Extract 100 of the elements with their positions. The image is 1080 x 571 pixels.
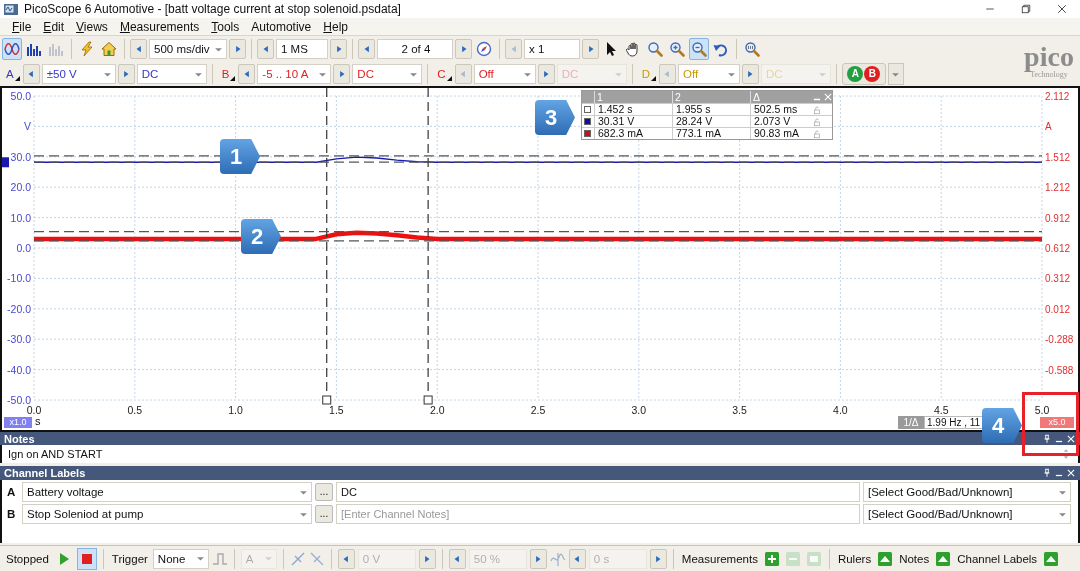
scroll-up-icon[interactable]	[1062, 447, 1070, 454]
acquisition-status: Stopped	[5, 552, 50, 565]
close-icon[interactable]	[1066, 468, 1076, 478]
scope-view-button[interactable]	[2, 38, 22, 60]
bar-chart-icon	[48, 41, 64, 57]
menu-item[interactable]: Edit	[37, 19, 71, 34]
table-cell: 90.83 mA	[750, 128, 812, 139]
step-marker: 3	[535, 100, 575, 135]
menu-item[interactable]: Automotive	[245, 19, 318, 34]
previous-button[interactable]	[22, 64, 40, 84]
axis-label: 10.0	[10, 211, 31, 224]
axis-label: 50.0	[10, 90, 31, 102]
axis-label: -10.0	[7, 272, 31, 285]
next-button[interactable]	[582, 39, 599, 59]
previous-button[interactable]	[257, 39, 274, 59]
axis-unit: V	[24, 120, 31, 133]
previous-button[interactable]	[130, 39, 147, 59]
next-button[interactable]	[418, 548, 436, 569]
notes-text[interactable]: Ign on AND START	[8, 448, 103, 460]
previous-button[interactable]	[448, 548, 466, 569]
column-header: Δ	[750, 91, 812, 103]
channel-letter[interactable]: A	[2, 65, 21, 83]
axis-label: 0.0	[16, 242, 31, 254]
table-cell: 2.073 V	[750, 116, 812, 127]
table-cell: 682.3 mA	[594, 128, 672, 139]
add-measurement-button[interactable]	[762, 549, 781, 568]
buffer-field[interactable]: 2 of 4	[377, 39, 453, 59]
box-icon	[805, 550, 822, 567]
coupling-dropdown[interactable]: DC	[136, 64, 207, 84]
status-dropdown[interactable]: [Select Good/Bad/Unknown]	[863, 482, 1071, 502]
pin-icon[interactable]	[1042, 468, 1052, 478]
zoom-factor-field[interactable]: x 1	[524, 39, 580, 59]
panel-title: Channel Labels	[4, 467, 86, 479]
axis-label: 1.5	[329, 404, 344, 416]
status-dropdown[interactable]: [Select Good/Bad/Unknown]	[863, 504, 1071, 524]
menu-item[interactable]: Tools	[205, 19, 246, 34]
channel-dot: B	[864, 66, 881, 82]
range-dropdown[interactable]: ±50 V	[41, 64, 116, 84]
axis-label: 3.5	[732, 404, 747, 416]
channel-dot: A	[847, 66, 864, 82]
axis-label: 0.012	[1045, 303, 1071, 315]
slash-icon[interactable]	[308, 550, 325, 567]
menu-item[interactable]: Help	[317, 19, 354, 34]
samples-field[interactable]: 1 MS	[276, 39, 328, 59]
waveform-icon	[4, 41, 20, 57]
previous-button[interactable]	[337, 548, 355, 569]
ruler-handle[interactable]	[423, 395, 433, 405]
logo-tagline: Technology	[1030, 69, 1068, 79]
channel-toggle-button[interactable]: A B	[841, 63, 886, 85]
menu-item[interactable]: Views	[70, 19, 114, 34]
previous-button[interactable]	[568, 548, 586, 569]
previous-button[interactable]	[358, 39, 375, 59]
coupling-dropdown[interactable]: DC	[352, 64, 423, 84]
trigger-label: Trigger	[110, 552, 149, 565]
next-button[interactable]	[529, 548, 547, 569]
zoom-out-icon	[691, 41, 707, 57]
timebase-dropdown[interactable]: 500 ms/div	[149, 39, 227, 59]
notes-field[interactable]: [Enter Channel Notes]	[336, 504, 860, 524]
label-dropdown[interactable]: Stop Soleniod at pump	[22, 504, 312, 524]
next-button[interactable]	[455, 39, 472, 59]
label-dropdown[interactable]: Battery voltage	[22, 482, 312, 502]
undo-icon	[713, 41, 729, 57]
next-button[interactable]	[330, 39, 347, 59]
stop-button[interactable]	[76, 547, 97, 570]
axis-label: -30.0	[7, 333, 31, 346]
browse-button[interactable]: ...	[315, 483, 333, 501]
pin-icon[interactable]	[1042, 433, 1052, 444]
next-button[interactable]	[537, 64, 555, 84]
panel-toggle-button[interactable]	[1042, 549, 1061, 568]
channel-letter[interactable]: C	[433, 65, 453, 83]
next-button[interactable]	[649, 548, 667, 569]
next-button[interactable]	[741, 64, 759, 84]
oscilloscope-icon	[3, 1, 19, 17]
range-dropdown[interactable]: -5 .. 10 A	[257, 64, 332, 84]
range-dropdown[interactable]: Off	[473, 64, 536, 84]
hand-icon	[625, 41, 641, 57]
scroll-down-icon[interactable]	[1062, 454, 1070, 461]
frequency-label: 1/Δ	[898, 416, 924, 429]
menu-item[interactable]: Measurements	[113, 19, 206, 34]
next-button[interactable]	[333, 64, 351, 84]
previous-button[interactable]	[238, 64, 256, 84]
trigger-mode-dropdown[interactable]: None	[152, 548, 209, 569]
axis-label: 1.212	[1045, 182, 1071, 194]
close-icon[interactable]	[1066, 433, 1076, 444]
menu-item[interactable]: File	[6, 19, 38, 34]
panel-toggle-button[interactable]	[934, 549, 953, 568]
slash-icon[interactable]	[289, 550, 306, 567]
dropdown-button[interactable]	[887, 63, 904, 85]
next-button[interactable]	[117, 64, 135, 84]
browse-button[interactable]: ...	[315, 505, 333, 523]
ruler-handle[interactable]	[322, 395, 332, 405]
column-header: 1	[594, 91, 672, 103]
zoom-out-button[interactable]	[689, 38, 709, 60]
channel-offset-marker[interactable]	[2, 157, 9, 168]
channel-letter[interactable]: B	[217, 65, 237, 83]
compass-icon	[476, 41, 492, 57]
notes-field[interactable]: DC	[336, 482, 860, 502]
next-button[interactable]	[229, 39, 246, 59]
panel-toggle-button[interactable]	[876, 549, 895, 568]
axis-label: 4.5	[933, 404, 949, 416]
